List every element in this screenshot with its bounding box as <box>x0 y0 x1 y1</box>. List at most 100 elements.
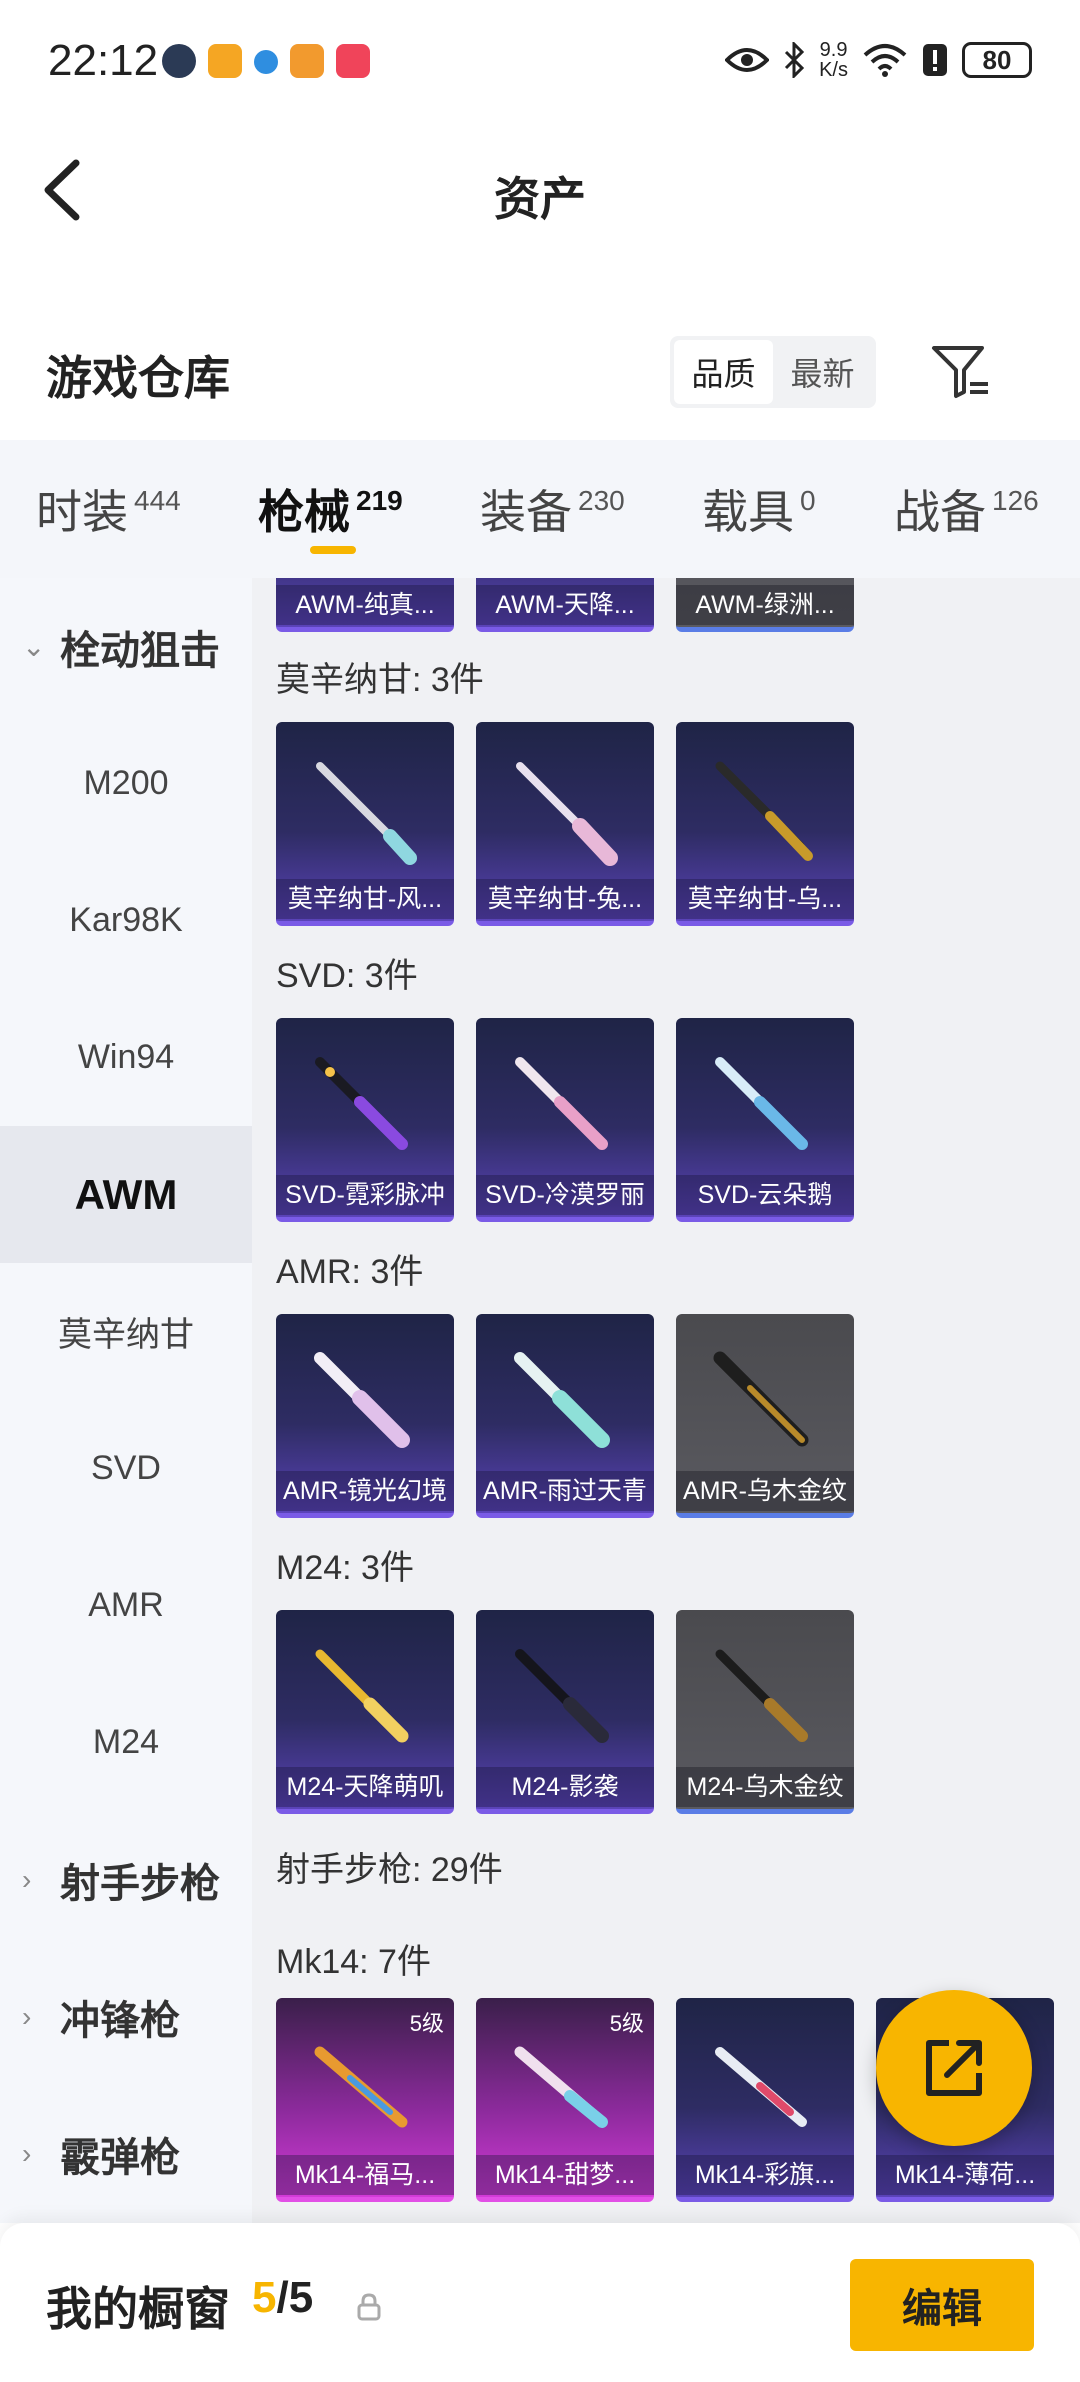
share-fab-button[interactable] <box>876 1990 1032 2146</box>
alert-icon <box>923 44 947 76</box>
tab-count: 126 <box>992 485 1039 516</box>
item-name: AWM-绿洲... <box>676 585 854 625</box>
bluetooth-icon <box>785 42 805 78</box>
globe-app-icon <box>254 50 278 74</box>
sidebar-item-kar98k[interactable]: Kar98K <box>0 852 252 989</box>
tab-firearms[interactable]: 枪械 219 <box>258 476 403 542</box>
external-link-icon <box>926 2040 982 2096</box>
item-name: AWM-纯真... <box>276 585 454 625</box>
sidebar-item-svd[interactable]: SVD <box>0 1400 252 1537</box>
rifle-icon <box>315 1057 408 1150</box>
item-card[interactable]: AWM-天降... <box>476 578 654 632</box>
item-card[interactable]: M24-天降萌叽 <box>276 1610 454 1814</box>
section-title-marksman: 射手步枪: 29件 <box>276 1851 503 1889</box>
rifle-icon <box>715 1057 808 1150</box>
sidebar-item-m24[interactable]: M24 <box>0 1674 252 1811</box>
rifle-icon <box>515 1649 609 1743</box>
item-name: Mk14-彩旗... <box>676 2155 854 2195</box>
item-card[interactable]: 莫辛纳甘-乌... <box>676 722 854 926</box>
tab-count: 230 <box>578 485 625 516</box>
item-card[interactable]: AWM-绿洲... <box>676 578 854 632</box>
tab-equipment[interactable]: 装备 230 <box>480 476 625 542</box>
item-card[interactable]: SVD-冷漠罗丽 <box>476 1018 654 1222</box>
sidebar-group-shotgun[interactable]: › 霰弹枪 <box>0 2085 252 2222</box>
active-tab-indicator <box>310 546 356 554</box>
tab-label: 枪械 <box>258 486 350 538</box>
showcase-title: 我的橱窗 <box>46 2283 230 2335</box>
item-card[interactable]: 5级 Mk14-甜梦... <box>476 1998 654 2202</box>
sidebar-item-awm[interactable]: AWM <box>0 1126 252 1263</box>
chevron-right-icon: › <box>22 1863 32 1895</box>
section-title-mk14: Mk14: 7件 <box>276 1943 431 1981</box>
rifle-icon <box>715 761 813 861</box>
item-name: 莫辛纳甘-兔... <box>476 879 654 919</box>
item-name: AWM-天降... <box>476 585 654 625</box>
item-card[interactable]: SVD-云朵鹅 <box>676 1018 854 1222</box>
rifle-icon <box>314 1352 410 1448</box>
item-name: AMR-雨过天青 <box>476 1471 654 1511</box>
item-card[interactable]: AMR-镜光幻境 <box>276 1314 454 1518</box>
tab-label: 时装 <box>36 486 128 538</box>
tab-vehicles[interactable]: 载具 0 <box>702 476 816 542</box>
section-title-svd: SVD: 3件 <box>276 957 418 995</box>
sidebar-group-marksman[interactable]: › 射手步枪 <box>0 1811 252 1948</box>
tab-label: 载具 <box>702 486 794 538</box>
item-card[interactable]: M24-影袭 <box>476 1610 654 1814</box>
item-card[interactable]: 莫辛纳甘-兔... <box>476 722 654 926</box>
item-card[interactable]: AWM-纯真... <box>276 578 454 632</box>
item-card[interactable]: AMR-乌木金纹 <box>676 1314 854 1518</box>
rifle-icon <box>315 1649 409 1743</box>
category-tabs: 时装 444 枪械 219 装备 230 载具 0 战备 126 <box>0 440 1080 578</box>
item-card[interactable]: Mk14-彩旗... <box>676 1998 854 2202</box>
sidebar-item-amr[interactable]: AMR <box>0 1537 252 1674</box>
item-name: 莫辛纳甘-乌... <box>676 879 854 919</box>
sort-toggle: 品质 最新 <box>670 336 876 408</box>
section-title-amr: AMR: 3件 <box>276 1253 424 1291</box>
item-grid: AWM-纯真... AWM-天降... AWM-绿洲... 莫辛纳甘: 3件 莫… <box>252 578 1080 2223</box>
item-card[interactable]: SVD-霓彩脉冲 <box>276 1018 454 1222</box>
chevron-down-icon: ⌄ <box>22 631 46 662</box>
sidebar-item-m200[interactable]: M200 <box>0 715 252 852</box>
rifle-icon <box>516 762 618 866</box>
status-time: 22:12 <box>48 36 159 85</box>
tab-combat-gear[interactable]: 战备 126 <box>894 476 1039 542</box>
rifle-icon <box>316 762 417 865</box>
item-name: AMR-镜光幻境 <box>276 1471 454 1511</box>
section-title-m24: M24: 3件 <box>276 1549 414 1587</box>
item-card[interactable]: M24-乌木金纹 <box>676 1610 854 1814</box>
lock-icon <box>357 2293 381 2321</box>
item-card[interactable]: AMR-雨过天青 <box>476 1314 654 1518</box>
chevron-right-icon: › <box>22 2000 32 2032</box>
filter-icon <box>932 346 988 398</box>
sidebar-group-bolt-action[interactable]: ⌄ 栓动狙击 <box>0 578 252 715</box>
item-name: SVD-云朵鹅 <box>676 1175 854 1215</box>
sidebar-item-mosin[interactable]: 莫辛纳甘 <box>0 1263 252 1400</box>
item-name: SVD-冷漠罗丽 <box>476 1175 654 1215</box>
sort-quality[interactable]: 品质 <box>674 340 773 404</box>
sidebar-group-label: 射手步枪 <box>60 1861 220 1906</box>
filter-button[interactable] <box>928 340 992 404</box>
sidebar-group-label: 栓动狙击 <box>60 628 220 673</box>
sidebar-group-smg[interactable]: › 冲锋枪 <box>0 1948 252 2085</box>
net-speed: 9.9 K/s <box>819 40 848 80</box>
tab-fashion[interactable]: 时装 444 <box>36 476 181 542</box>
item-card[interactable]: 5级 Mk14-福马... <box>276 1998 454 2202</box>
item-card[interactable]: 莫辛纳甘-风... <box>276 722 454 926</box>
status-bar: 22:12 9.9 K/s 80 <box>0 0 1080 125</box>
target-app-icon <box>208 44 242 78</box>
tab-count: 219 <box>356 485 403 516</box>
tab-label: 战备 <box>894 486 986 538</box>
showcase-count: 5/5 <box>252 2273 313 2323</box>
warehouse-title: 游戏仓库 <box>46 352 230 404</box>
section-title-mosin: 莫辛纳甘: 3件 <box>276 661 484 699</box>
rifle-icon <box>514 1352 610 1448</box>
edit-button[interactable]: 编辑 <box>850 2259 1034 2351</box>
sort-newest[interactable]: 最新 <box>773 340 872 404</box>
gamepad-app-icon <box>290 44 324 78</box>
eye-icon <box>725 48 770 72</box>
sidebar-item-win94[interactable]: Win94 <box>0 989 252 1126</box>
shopping-app-icon <box>336 44 370 78</box>
item-name: AMR-乌木金纹 <box>676 1471 854 1511</box>
net-speed-value: 9.9 <box>819 39 848 61</box>
item-name: 莫辛纳甘-风... <box>276 879 454 919</box>
